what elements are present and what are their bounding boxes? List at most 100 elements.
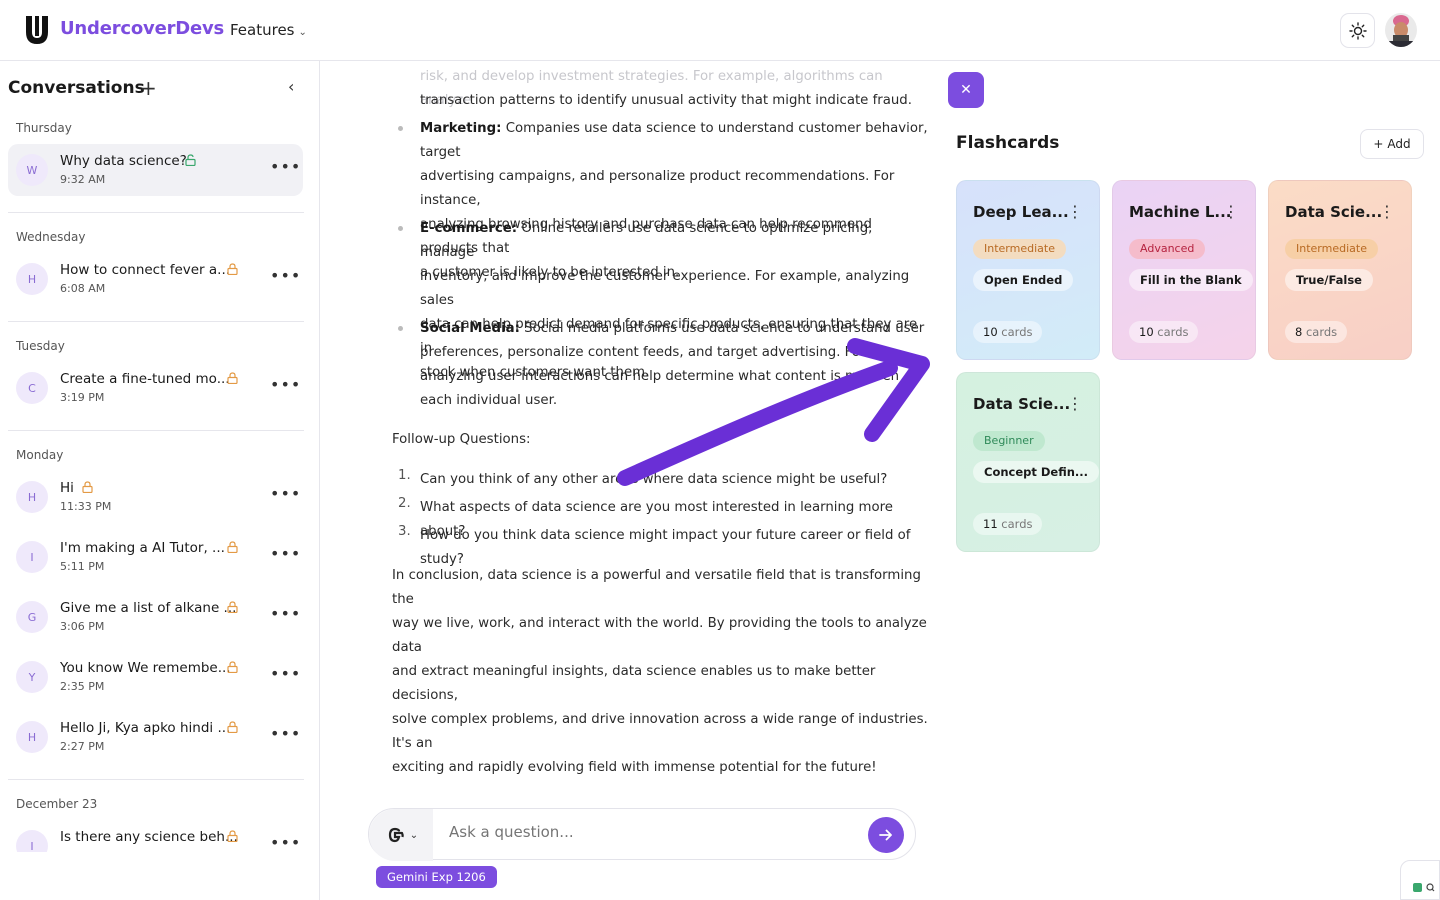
lock-icon (82, 481, 93, 493)
model-badge: Gemini Exp 1206 (376, 866, 497, 888)
flashcards-title: Flashcards (956, 133, 1060, 153)
features-menu[interactable]: Features ⌄ (230, 21, 307, 39)
list-number: 3. (398, 524, 411, 539)
new-conversation-icon[interactable]: + (140, 76, 157, 100)
plus-icon: + (1373, 137, 1384, 151)
more-options-icon[interactable]: ••• (270, 724, 301, 743)
list-number: 2. (398, 496, 411, 511)
conversation-item[interactable]: H How to connect fever a... 6:08 AM ••• (8, 253, 303, 305)
conversation-title: How to connect fever a... (60, 262, 231, 278)
send-button[interactable] (868, 817, 904, 853)
sidebar-title: Conversations (8, 78, 145, 98)
conversation-avatar: H (16, 263, 48, 295)
divider (8, 212, 304, 213)
question-input[interactable] (449, 823, 849, 841)
lock-icon (227, 830, 238, 842)
flashcard-deck[interactable]: Data Scie... ⋮ Intermediate True/False 8… (1268, 180, 1412, 360)
more-options-icon[interactable]: ••• (270, 266, 301, 285)
conversation-item[interactable]: G Give me a list of alkane ... 3:06 PM •… (8, 591, 303, 643)
more-options-icon[interactable]: ••• (270, 375, 301, 394)
conversation-time: 9:32 AM (60, 173, 106, 186)
flashcard-deck[interactable]: Deep Lea... ⋮ Intermediate Open Ended 10… (956, 180, 1100, 360)
group-label-monday: Monday (16, 448, 64, 462)
more-vertical-icon[interactable]: ⋮ (1379, 202, 1395, 221)
conversation-title: Hi (60, 480, 74, 496)
sun-icon (1348, 21, 1367, 40)
level-badge: Intermediate (1285, 239, 1378, 259)
deck-title: Data Scie... (1285, 203, 1383, 221)
more-options-icon[interactable]: ••• (270, 484, 301, 503)
conversation-avatar: H (16, 721, 48, 753)
conversation-avatar: Y (16, 661, 48, 693)
conversation-item[interactable]: Y You know We remembe... 2:35 PM ••• (8, 651, 303, 703)
collapse-sidebar-icon[interactable]: ‹ (288, 77, 294, 96)
flashcard-deck[interactable]: Machine L... ⋮ Advanced Fill in the Blan… (1112, 180, 1256, 360)
conversation-title: Is there any science beh... (60, 829, 238, 845)
conversation-time: 5:11 PM (60, 560, 105, 573)
level-badge: Advanced (1129, 239, 1206, 259)
card-count: 8 cards (1285, 321, 1348, 343)
flashcard-deck[interactable]: Data Scie... ⋮ Beginner Concept Defin...… (956, 372, 1100, 552)
theme-toggle-button[interactable] (1340, 13, 1375, 48)
more-vertical-icon[interactable]: ⋮ (1223, 202, 1239, 221)
model-selector[interactable]: ⌄ (369, 809, 433, 861)
more-options-icon[interactable]: ••• (270, 833, 301, 852)
card-count: 10 cards (973, 321, 1043, 343)
user-avatar[interactable] (1385, 13, 1417, 47)
conversation-avatar: I (16, 541, 48, 573)
divider (8, 430, 304, 431)
more-options-icon[interactable]: ••• (270, 664, 301, 683)
group-label-tuesday: Tuesday (16, 339, 65, 353)
lock-icon (227, 263, 238, 275)
more-options-icon[interactable]: ••• (270, 604, 301, 623)
conversation-item[interactable]: C Create a fine-tuned mo... 3:19 PM ••• (8, 362, 303, 414)
conversation-time: 11:33 PM (60, 500, 112, 513)
arrow-right-icon (879, 829, 892, 841)
divider (8, 779, 304, 780)
chevron-down-icon: ⌄ (298, 27, 307, 38)
more-options-icon[interactable]: ••• (270, 157, 301, 176)
question-type: Concept Defin... (973, 461, 1100, 483)
top-header: UndercoverDevs Features ⌄ (0, 0, 1440, 61)
lock-icon (227, 601, 238, 613)
chat-input-bar: ⌄ (368, 808, 916, 861)
conversation-title: Hello Ji, Kya apko hindi ... (60, 720, 231, 736)
message-line: transaction patterns to identify unusual… (420, 93, 912, 108)
conversation-avatar: I (16, 830, 48, 852)
brand-name[interactable]: UndercoverDevs (60, 18, 224, 39)
close-panel-button[interactable]: ✕ (948, 72, 984, 108)
conversation-title: You know We remembe... (60, 660, 231, 676)
question-type: True/False (1285, 269, 1373, 291)
group-label-december-23: December 23 (16, 797, 98, 811)
conversation-title: Why data science? (60, 153, 187, 169)
more-vertical-icon[interactable]: ⋮ (1067, 394, 1083, 413)
bullet-marker (398, 126, 403, 131)
bullet-marker (398, 326, 403, 331)
level-badge: Beginner (973, 431, 1045, 451)
card-count: 11 cards (973, 513, 1043, 535)
conversation-item[interactable]: I I'm making a AI Tutor, ... 5:11 PM ••• (8, 531, 303, 583)
divider (8, 321, 304, 322)
more-vertical-icon[interactable]: ⋮ (1067, 202, 1083, 221)
conversation-item[interactable]: I Is there any science beh... ••• (8, 820, 303, 852)
conversation-title: Give me a list of alkane ... (60, 600, 237, 616)
question-type: Open Ended (973, 269, 1074, 291)
conversation-avatar: W (16, 154, 48, 186)
lock-icon (227, 721, 238, 733)
corner-widget[interactable] (1400, 860, 1440, 900)
question-type: Fill in the Blank (1129, 269, 1253, 291)
conversation-item[interactable]: W Why data science? 9:32 AM ••• (8, 144, 303, 196)
conversation-item[interactable]: H Hi 11:33 PM ••• (8, 471, 303, 523)
conversation-item[interactable]: H Hello Ji, Kya apko hindi ... 2:27 PM •… (8, 711, 303, 763)
conversation-title: I'm making a AI Tutor, ... (60, 540, 225, 556)
chevron-down-icon: ⌄ (409, 829, 419, 841)
google-icon (388, 827, 404, 843)
close-icon: ✕ (960, 82, 972, 98)
add-flashcard-button[interactable]: + Add (1360, 129, 1424, 159)
conversation-time: 3:06 PM (60, 620, 105, 633)
group-label-wednesday: Wednesday (16, 230, 86, 244)
deck-title: Machine L... (1129, 203, 1232, 221)
lock-icon (227, 372, 238, 384)
more-options-icon[interactable]: ••• (270, 544, 301, 563)
logo-icon[interactable] (22, 14, 52, 46)
